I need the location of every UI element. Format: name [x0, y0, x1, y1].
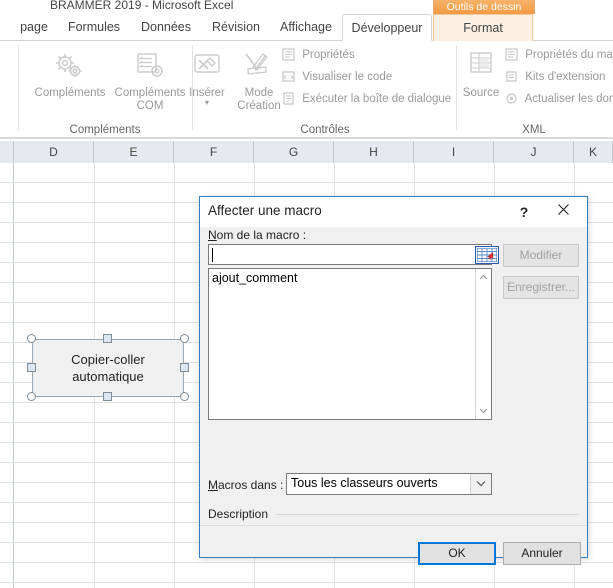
enregistrer-button[interactable]: Enregistrer... — [503, 276, 579, 299]
xml-source-icon — [452, 51, 510, 85]
resize-handle-bottom-right[interactable] — [180, 392, 189, 401]
column-header-i[interactable]: I — [414, 141, 494, 163]
ribbon-group-label-xml: XML — [522, 124, 546, 136]
description-label: Description — [208, 507, 269, 521]
map-properties-icon — [505, 48, 518, 66]
scroll-down-icon[interactable] — [476, 403, 491, 419]
row-header-strip — [0, 163, 14, 588]
resize-handle-top-right[interactable] — [180, 334, 189, 343]
column-header-d[interactable]: D — [14, 141, 94, 163]
resize-handle-middle-right[interactable] — [180, 363, 189, 372]
window-title: BRAMMER 2019 - Microsoft Excel — [50, 0, 234, 12]
column-header-e[interactable]: E — [94, 141, 174, 163]
ribbon-button-source-label: Source — [462, 87, 500, 99]
ribbon-item-actualiser-les-donnees-label: Actualiser les don — [524, 93, 613, 105]
shape-text-line-2: automatique — [72, 369, 144, 384]
description-divider — [276, 514, 579, 515]
text-caret — [212, 248, 213, 262]
annuler-button[interactable]: Annuler — [503, 542, 581, 565]
shape-selection[interactable]: Copier-coller automatique — [27, 334, 189, 401]
design-mode-icon — [230, 51, 288, 85]
ribbon-item-proprietes-du-map-label: Propriétés du map — [525, 49, 613, 61]
tab-donnees[interactable]: Données — [130, 14, 202, 41]
shape-text-line-1: Copier-coller — [71, 352, 145, 367]
ribbon-button-inserer[interactable]: Insérer ▾ — [178, 51, 236, 107]
column-header-k[interactable]: K — [574, 141, 613, 163]
resize-handle-middle-left[interactable] — [27, 363, 36, 372]
ribbon-item-visualiser-le-code-label: Visualiser le code — [302, 71, 393, 83]
view-code-icon — [282, 70, 295, 88]
resize-handle-top-center[interactable] — [103, 334, 112, 343]
ribbon-tab-strip: page Formules Données Révision Affichage… — [0, 14, 613, 41]
contextual-tab-group-label: Outils de dessin — [433, 0, 535, 14]
select-all-corner[interactable] — [0, 141, 14, 163]
ok-button[interactable]: OK — [418, 542, 496, 565]
macro-name-input[interactable] — [208, 244, 499, 265]
dialog-title: Affecter une macro — [208, 203, 322, 218]
macro-name-label: Nom de la macro : — [208, 228, 307, 242]
tab-revision[interactable]: Révision — [202, 14, 270, 41]
ribbon-item-kits-extension-label: Kits d'extension — [525, 71, 606, 83]
tab-format[interactable]: Format — [433, 14, 533, 41]
ribbon-button-source[interactable]: Source — [452, 51, 510, 100]
chevron-down-icon[interactable] — [470, 474, 491, 494]
ribbon-item-visualiser-le-code[interactable]: Visualiser le code — [282, 69, 392, 88]
list-item[interactable]: ajout_comment — [212, 271, 297, 285]
refresh-data-icon — [505, 92, 518, 110]
column-header-j[interactable]: J — [494, 141, 574, 163]
resize-handle-bottom-left[interactable] — [27, 392, 36, 401]
ribbon-item-proprietes-label: Propriétés — [302, 49, 355, 61]
range-selector-icon[interactable] — [475, 246, 499, 264]
window-title-bar: BRAMMER 2019 - Microsoft Excel Outils de… — [0, 0, 613, 14]
gears-icon — [30, 51, 110, 85]
expansion-packs-icon — [505, 70, 518, 88]
ribbon-item-executer-boite-dialogue-label: Exécuter la boîte de dialogue — [302, 93, 452, 105]
ribbon-item-kits-extension[interactable]: Kits d'extension — [505, 69, 605, 88]
ribbon-button-mode-creation[interactable]: Mode Création — [230, 51, 288, 113]
grid-line-h — [0, 182, 613, 183]
column-header-row: D E F G H I J K — [0, 141, 613, 164]
scroll-up-icon[interactable] — [476, 269, 491, 285]
column-header-f[interactable]: F — [174, 141, 254, 163]
grid-line-h — [0, 582, 613, 583]
macro-list[interactable]: ajout_comment — [208, 268, 492, 420]
dialog-title-bar[interactable]: Affecter une macro ? — [200, 197, 587, 227]
shape-copier-coller-automatique[interactable]: Copier-coller automatique — [32, 339, 184, 397]
column-header-h[interactable]: H — [334, 141, 414, 163]
ribbon-button-complements[interactable]: Compléments — [30, 51, 110, 100]
ribbon-item-actualiser-les-donnees[interactable]: Actualiser les don — [505, 91, 613, 110]
macros-in-label: Macros dans : — [208, 478, 284, 492]
macros-in-value: Tous les classeurs ouverts — [291, 476, 438, 490]
column-header-g[interactable]: G — [254, 141, 334, 163]
dialog-footer-divider — [200, 525, 587, 526]
properties-icon — [282, 48, 295, 66]
ribbon-item-proprietes-du-map[interactable]: Propriétés du map — [505, 47, 613, 66]
tab-formules[interactable]: Formules — [58, 14, 130, 41]
help-icon[interactable]: ? — [510, 201, 538, 223]
insert-control-icon — [178, 51, 236, 85]
resize-handle-bottom-center[interactable] — [103, 392, 112, 401]
tab-developpeur[interactable]: Développeur — [342, 14, 432, 41]
tab-affichage[interactable]: Affichage — [270, 14, 342, 41]
resize-handle-top-left[interactable] — [27, 334, 36, 343]
macro-list-scrollbar[interactable] — [475, 269, 491, 419]
ribbon-item-proprietes[interactable]: Propriétés — [282, 47, 355, 66]
ribbon-button-complements-label: Compléments — [34, 87, 106, 99]
ribbon-button-mode-creation-label: Mode Création — [237, 87, 281, 112]
ribbon-group-label-controles: Contrôles — [300, 124, 350, 136]
tab-mise-en-page[interactable]: page — [10, 14, 58, 41]
modifier-button[interactable]: Modifier — [503, 244, 579, 267]
macros-in-select[interactable]: Tous les classeurs ouverts — [286, 473, 492, 495]
chevron-down-icon[interactable]: ▾ — [178, 99, 236, 107]
ribbon: es Compléments — [0, 41, 613, 139]
ribbon-group-label-complements: Compléments — [69, 124, 141, 136]
close-icon[interactable] — [545, 201, 581, 223]
ribbon-item-executer-boite-dialogue[interactable]: Exécuter la boîte de dialogue — [282, 91, 451, 110]
assign-macro-dialog: Affecter une macro ? Nom de la macro : a… — [199, 196, 588, 565]
run-dialog-icon — [282, 92, 295, 110]
ribbon-group-divider — [18, 45, 19, 131]
dialog-body: Nom de la macro : ajout_comment Modifier… — [200, 227, 587, 565]
